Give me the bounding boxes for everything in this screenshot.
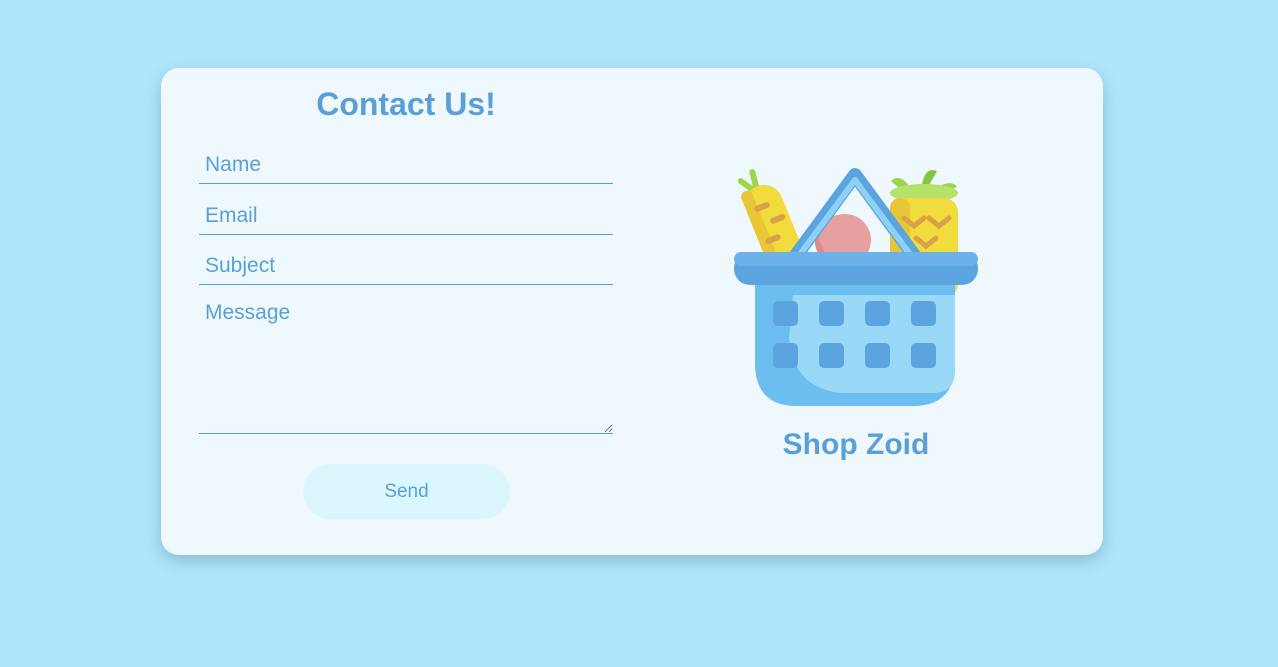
grocery-basket-icon <box>734 168 978 406</box>
page-title: Contact Us! <box>316 86 496 122</box>
brand-panel: Shop Zoid <box>721 163 991 473</box>
send-button[interactable]: Send <box>303 464 510 519</box>
contact-card: Contact Us! Send <box>161 68 1103 555</box>
message-textarea[interactable] <box>199 296 613 434</box>
name-input[interactable] <box>199 146 613 184</box>
subject-input[interactable] <box>199 247 613 285</box>
email-input[interactable] <box>199 197 613 235</box>
brand-name: Shop Zoid <box>782 428 930 461</box>
